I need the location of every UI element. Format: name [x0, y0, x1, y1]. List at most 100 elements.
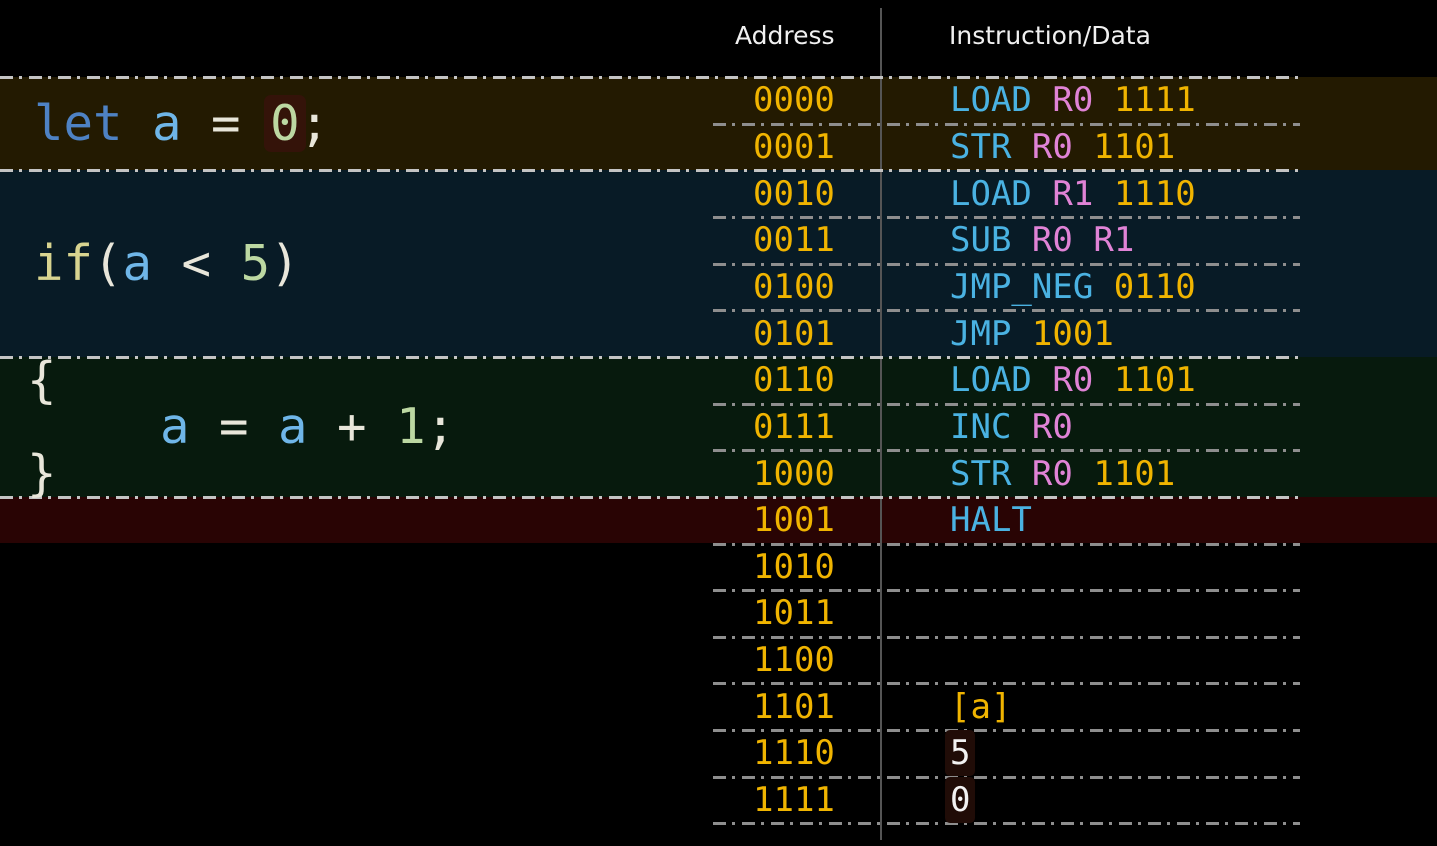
instruction-cell: SUB R0 R1 [950, 223, 1134, 257]
token-literal: 1 [396, 402, 426, 451]
token-opcode: JMP_NEG [950, 267, 1093, 307]
memory-row-1110: 1110 5 [713, 730, 1313, 777]
token-data: 0 [945, 777, 975, 823]
token-punct: ) [270, 239, 300, 288]
token-opcode: LOAD [950, 360, 1032, 400]
memory-row-1101: 1101 [a] [713, 683, 1313, 730]
memory-row-1001: 1001 HALT [713, 497, 1313, 544]
address-cell: 1010 [753, 550, 835, 584]
token-data: 5 [945, 730, 975, 776]
token-opcode: INC [950, 407, 1011, 447]
instruction-cell: 5 [950, 736, 970, 770]
token-operand: 1101 [1093, 454, 1175, 494]
token-operand: 1110 [1114, 174, 1196, 214]
token-variable: a [123, 239, 153, 288]
code-body-statement: a = a + 1; [160, 402, 455, 452]
token-opcode: STR [950, 127, 1011, 167]
address-cell: 0100 [753, 270, 835, 304]
token-punct: } [27, 449, 57, 498]
address-cell: 1100 [753, 643, 835, 677]
token-opcode: LOAD [950, 174, 1032, 214]
memory-row-0001: 0001 STR R0 1101 [713, 124, 1313, 171]
token-register: R1 [1052, 174, 1093, 214]
token-operand: 1101 [1114, 360, 1196, 400]
token-opcode: LOAD [950, 80, 1032, 120]
token-operand: 1001 [1032, 314, 1114, 354]
instruction-cell: [a] [950, 690, 1011, 724]
token-operand: [a] [950, 687, 1011, 727]
address-column-header: Address [735, 21, 835, 50]
memory-row-0101: 0101 JMP 1001 [713, 310, 1313, 357]
memory-row-1000: 1000 STR R0 1101 [713, 450, 1313, 497]
token-punct: ; [300, 99, 330, 148]
token-opcode: HALT [950, 500, 1032, 540]
code-open-brace: { [27, 355, 57, 405]
address-cell: 1101 [753, 690, 835, 724]
instruction-cell: JMP_NEG 0110 [950, 270, 1196, 304]
code-if-statement: if(a < 5) [34, 239, 300, 289]
address-cell: 0111 [753, 410, 835, 444]
instruction-cell: LOAD R0 1101 [950, 363, 1196, 397]
address-cell: 1000 [753, 457, 835, 491]
instruction-cell: STR R0 1101 [950, 457, 1175, 491]
token-variable: a [278, 402, 308, 451]
token-register: R0 [1032, 454, 1073, 494]
token-opcode: JMP [950, 314, 1011, 354]
address-cell: 0011 [753, 223, 835, 257]
memory-row-0011: 0011 SUB R0 R1 [713, 217, 1313, 264]
token-register: R0 [1032, 220, 1073, 260]
address-cell: 1110 [753, 736, 835, 770]
instruction-cell: JMP 1001 [950, 317, 1114, 351]
address-cell: 0001 [753, 130, 835, 164]
token-punct: < [152, 239, 241, 288]
code-to-memory-diagram: Address Instruction/Data let a = 0;if(a … [0, 0, 1437, 846]
address-cell: 1111 [753, 783, 835, 817]
token-punct: = [182, 99, 271, 148]
token-register: R0 [1052, 80, 1093, 120]
token-punct [123, 99, 153, 148]
token-opcode: SUB [950, 220, 1011, 260]
memory-row-0010: 0010 LOAD R1 1110 [713, 170, 1313, 217]
token-variable: a [152, 99, 182, 148]
memory-row-1010: 1010 [713, 544, 1313, 591]
instruction-cell: LOAD R1 1110 [950, 177, 1196, 211]
token-operand: 1111 [1114, 80, 1196, 120]
token-keyword: let [34, 99, 123, 148]
token-punct: ; [426, 402, 456, 451]
instruction-cell: INC R0 [950, 410, 1073, 444]
token-kw2: if [34, 239, 93, 288]
memory-row-0000: 0000 LOAD R0 1111 [713, 77, 1313, 124]
address-cell: 0110 [753, 363, 835, 397]
memory-row-1100: 1100 [713, 637, 1313, 684]
token-punct: + [308, 402, 397, 451]
instruction-cell: STR R0 1101 [950, 130, 1175, 164]
memory-row-0100: 0100 JMP_NEG 0110 [713, 264, 1313, 311]
memory-row-0111: 0111 INC R0 [713, 404, 1313, 451]
memory-row-1011: 1011 [713, 590, 1313, 637]
address-cell: 0101 [753, 317, 835, 351]
token-literal: 5 [241, 239, 271, 288]
address-cell: 1011 [753, 596, 835, 630]
code-close-brace: } [27, 449, 57, 499]
address-cell: 1001 [753, 503, 835, 537]
token-punct: { [27, 356, 57, 405]
code-let-statement: let a = 0; [34, 99, 329, 149]
token-register: R0 [1052, 360, 1093, 400]
token-opcode: STR [950, 454, 1011, 494]
token-register: R0 [1032, 127, 1073, 167]
token-operand: 1101 [1093, 127, 1175, 167]
token-register: R1 [1093, 220, 1134, 260]
instruction-cell: HALT [950, 503, 1032, 537]
token-variable: a [160, 402, 190, 451]
memory-row-0110: 0110 LOAD R0 1101 [713, 357, 1313, 404]
memory-row-1111: 1111 0 [713, 777, 1313, 824]
token-register: R0 [1032, 407, 1073, 447]
token-operand: 0110 [1114, 267, 1196, 307]
instruction-cell: 0 [950, 783, 970, 817]
instruction-column-header: Instruction/Data [949, 21, 1151, 50]
address-cell: 0010 [753, 177, 835, 211]
token-punct: ( [93, 239, 123, 288]
address-cell: 0000 [753, 83, 835, 117]
token-punct: = [190, 402, 279, 451]
instruction-cell: LOAD R0 1111 [950, 83, 1196, 117]
